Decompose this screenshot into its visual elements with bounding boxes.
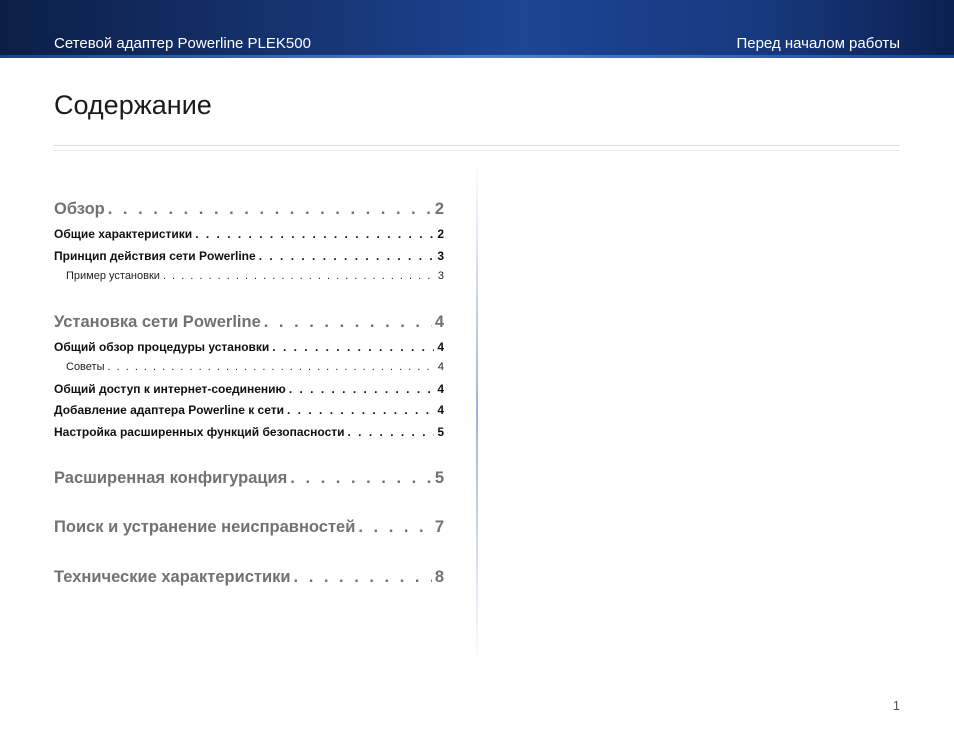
toc-label: Установка сети Powerline xyxy=(54,313,261,331)
toc-page: 4 xyxy=(437,382,444,396)
toc-label: Общий обзор процедуры установки xyxy=(54,340,270,354)
column-divider xyxy=(476,160,478,665)
toc-entry-install-overview[interactable]: Общий обзор процедуры установки 4 xyxy=(54,340,444,354)
toc-entry-tips[interactable]: Советы 4 xyxy=(54,361,444,373)
toc-label: Настройка расширенных функций безопаснос… xyxy=(54,425,345,439)
toc-page: 5 xyxy=(437,425,444,439)
toc-page: 5 xyxy=(434,469,444,487)
toc-label: Пример установки xyxy=(66,270,160,282)
toc-leader xyxy=(348,425,435,439)
toc-entry-troubleshooting[interactable]: Поиск и устранение неисправностей 7 xyxy=(54,518,444,537)
toc-leader xyxy=(287,403,434,417)
toc-page: 8 xyxy=(434,568,444,586)
toc-page: 2 xyxy=(437,227,444,241)
toc-leader xyxy=(107,361,434,373)
toc-page: 3 xyxy=(437,270,444,282)
toc-entry-advanced-security[interactable]: Настройка расширенных функций безопаснос… xyxy=(54,425,444,439)
toc-leader xyxy=(163,270,435,282)
toc-entry-overview[interactable]: Обзор 2 xyxy=(54,200,444,219)
toc-entry-features[interactable]: Общие характеристики 2 xyxy=(54,227,444,241)
toc-leader xyxy=(108,200,432,219)
toc-label: Советы xyxy=(66,361,105,373)
toc-entry-installation[interactable]: Установка сети Powerline 4 xyxy=(54,313,444,332)
page-header: Сетевой адаптер Powerline PLEK500 Перед … xyxy=(0,0,954,58)
toc-entry-advanced-config[interactable]: Расширенная конфигурация 5 xyxy=(54,469,444,488)
toc-leader xyxy=(259,249,435,263)
toc-label: Принцип действия сети Powerline xyxy=(54,249,256,263)
toc-leader xyxy=(264,313,432,332)
toc-page: 4 xyxy=(437,340,444,354)
toc-entry-specifications[interactable]: Технические характеристики 8 xyxy=(54,568,444,587)
toc-label: Общие характеристики xyxy=(54,227,193,241)
toc-page: 7 xyxy=(434,518,444,536)
toc-leader xyxy=(195,227,434,241)
toc-label: Обзор xyxy=(54,200,105,218)
title-divider xyxy=(54,145,900,151)
toc-entry-how-it-works[interactable]: Принцип действия сети Powerline 3 xyxy=(54,249,444,263)
toc-page: 3 xyxy=(437,249,444,263)
page-title: Содержание xyxy=(54,90,212,120)
toc-page: 4 xyxy=(434,313,444,331)
toc-leader xyxy=(290,469,432,488)
toc-leader xyxy=(358,518,431,537)
toc-label: Поиск и устранение неисправностей xyxy=(54,518,356,536)
toc-leader xyxy=(294,568,432,587)
toc-page: 2 xyxy=(434,200,444,218)
toc-label: Технические характеристики xyxy=(54,568,291,586)
toc-leader xyxy=(289,382,435,396)
toc-leader xyxy=(272,340,434,354)
toc-page: 4 xyxy=(437,361,444,373)
toc-entry-add-adapter[interactable]: Добавление адаптера Powerline к сети 4 xyxy=(54,403,444,417)
toc-entry-example-setup[interactable]: Пример установки 3 xyxy=(54,270,444,282)
toc-entry-internet-sharing[interactable]: Общий доступ к интернет-соединению 4 xyxy=(54,382,444,396)
toc-label: Общий доступ к интернет-соединению xyxy=(54,382,286,396)
document-title: Сетевой адаптер Powerline PLEK500 xyxy=(54,35,311,52)
toc-page: 4 xyxy=(437,403,444,417)
section-title: Перед началом работы xyxy=(736,35,900,52)
toc-label: Расширенная конфигурация xyxy=(54,469,288,487)
page-number: 1 xyxy=(892,698,900,713)
toc-label: Добавление адаптера Powerline к сети xyxy=(54,403,285,417)
